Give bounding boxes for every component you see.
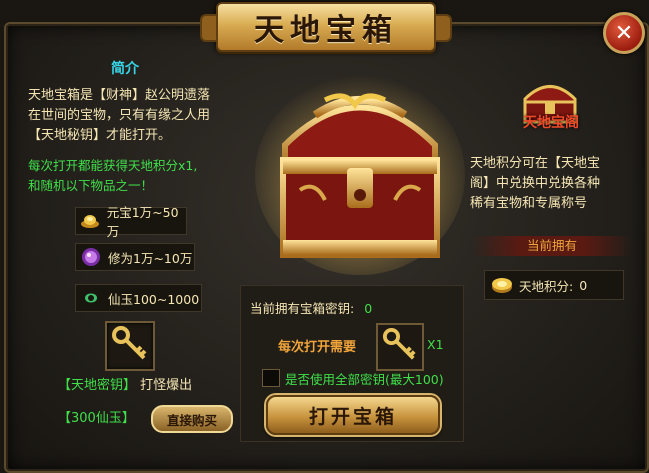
reward-jade: 仙玉100~1000 (75, 284, 202, 312)
reward-jade-label: 仙玉100~1000 (108, 291, 200, 307)
close-icon: ✕ (614, 20, 634, 46)
title-plate: 天地宝箱 (200, 2, 452, 52)
intro-line-3: 【天地秘钥】才能打开。 (28, 128, 172, 143)
pavilion-logo-text: 天地宝阁 (523, 115, 579, 131)
bonus-line-2: 和随机以下物品之一！ (28, 178, 154, 193)
reward-gold: 元宝1万~50万 (75, 205, 187, 239)
key-source: 打怪爆出 (140, 378, 193, 393)
golden-key-icon (111, 325, 149, 367)
treasure-chest-image (255, 60, 465, 275)
currently-owned-title: 当前拥有 (472, 236, 632, 256)
points-description: 天地积分可在【天地宝 阁】中兑换中兑换各种 稀有宝物和专属称号 (470, 154, 642, 214)
intro-line-2: 在世间的宝物，只有有缘之人用 (28, 108, 211, 123)
points-desc-line-3: 稀有宝物和专属称号 (470, 196, 588, 211)
intro-title: 简介 (111, 61, 139, 77)
points-box: 天地积分: 0 (484, 270, 624, 300)
required-key-slot (376, 323, 424, 371)
own-keys-label: 当前拥有宝箱密钥: (250, 301, 355, 316)
reward-gold-label: 元宝1万~50万 (106, 205, 179, 239)
reward-cultivation: 修为1万~10万 (75, 243, 195, 271)
use-all-keys-label: 是否使用全部密钥(最大100) (285, 372, 444, 387)
buy-now-button[interactable]: 直接购买 (151, 405, 233, 433)
gold-ingot-icon (80, 210, 101, 232)
intro-description: 天地宝箱是【财神】赵公明遗落 在世间的宝物，只有有缘之人用 【天地秘钥】才能打开… (28, 86, 260, 146)
jade-icon (80, 287, 102, 309)
gold-coin-icon (491, 274, 513, 296)
intro-line-1: 天地宝箱是【财神】赵公明遗落 (28, 88, 211, 103)
open-chest-button[interactable]: 打开宝箱 (266, 395, 440, 435)
bonus-line-1: 每次打开都能获得天地积分x1, (28, 158, 198, 173)
points-desc-line-1: 天地积分可在【天地宝 (470, 156, 601, 171)
points-label: 天地积分: (519, 278, 574, 294)
key-name: 【天地密钥】 (58, 378, 137, 393)
use-all-keys-checkbox[interactable] (262, 369, 280, 387)
window-title: 天地宝箱 (254, 13, 398, 48)
own-keys-value: 0 (364, 301, 373, 316)
need-count: X1 (427, 337, 444, 352)
own-keys-row: 当前拥有宝箱密钥: 0 (250, 298, 372, 317)
cultivation-orb-icon (80, 246, 102, 268)
key-item-slot[interactable] (105, 321, 155, 371)
golden-key-icon (382, 327, 418, 367)
bonus-description: 每次打开都能获得天地积分x1, 和随机以下物品之一！ (28, 156, 263, 196)
reward-cultivation-label: 修为1万~10万 (108, 250, 193, 266)
close-button[interactable]: ✕ (603, 12, 645, 54)
key-price: 【300仙玉】 (58, 411, 135, 426)
need-per-open-label: 每次打开需要 (278, 340, 357, 355)
key-source-row: 【天地密钥】 打怪爆出 (58, 374, 192, 393)
points-desc-line-2: 阁】中兑换中兑换各种 (470, 176, 601, 191)
points-value: 0 (579, 277, 588, 293)
